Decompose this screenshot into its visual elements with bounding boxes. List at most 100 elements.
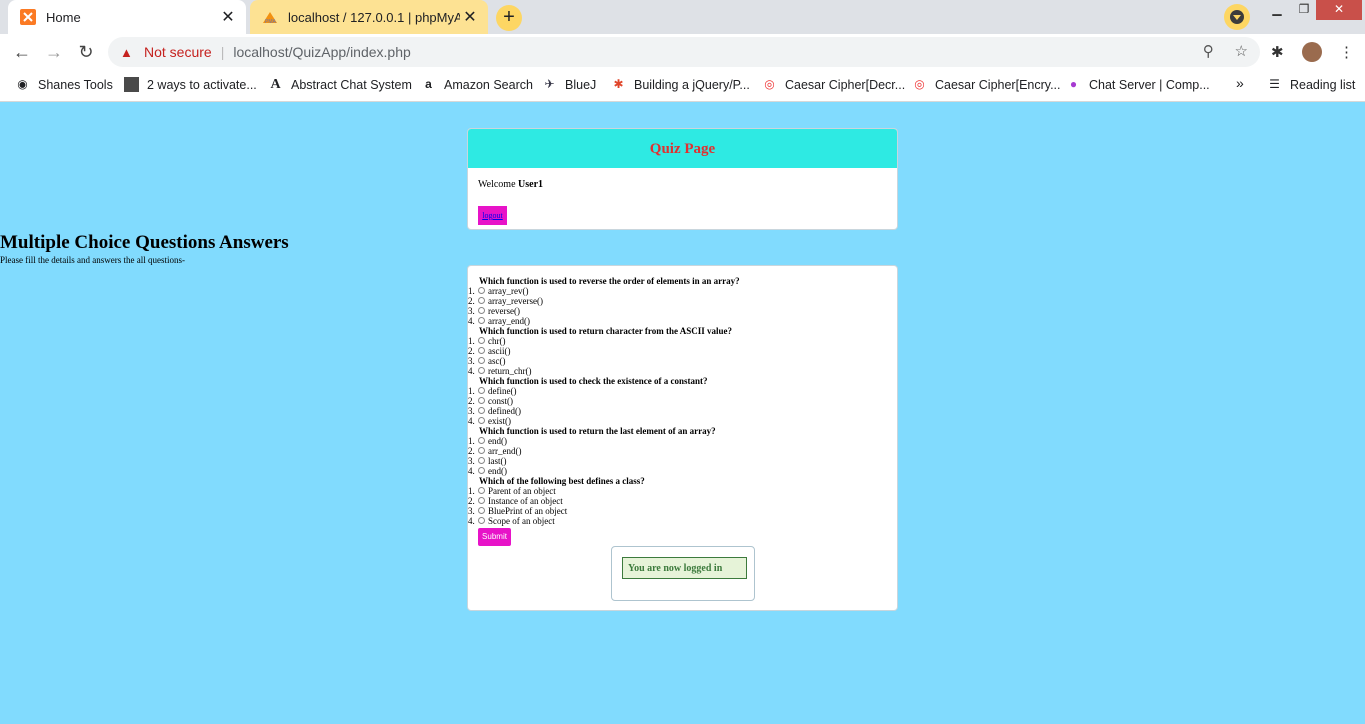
omnibox-actions: ⚲ ☆ (1203, 42, 1248, 60)
option-item[interactable]: 4. array_end() (468, 316, 740, 326)
close-tab-icon[interactable]: ✕ (460, 7, 480, 27)
avatar[interactable] (1302, 42, 1322, 62)
quiz-form: Which function is used to reverse the or… (467, 265, 898, 611)
bookmark-item[interactable]: ✈ BlueJ (542, 77, 596, 92)
option-label: ascii() (488, 346, 511, 356)
option-label: end() (488, 436, 507, 446)
status-box: You are now logged in (611, 546, 755, 601)
reading-list-button[interactable]: ☰ Reading list (1267, 77, 1355, 92)
reload-icon[interactable]: ↻ (74, 40, 98, 64)
security-label[interactable]: Not secure (144, 44, 212, 60)
option-item[interactable]: 1. end() (468, 436, 740, 446)
radio-button[interactable] (478, 347, 485, 354)
radio-button[interactable] (478, 437, 485, 444)
option-item[interactable]: 3. defined() (468, 406, 740, 416)
question-block: Which function is used to return the las… (468, 426, 740, 476)
bookmark-item[interactable]: ◉ Shanes Tools (15, 77, 113, 92)
amazon-icon: a (425, 77, 432, 91)
option-label: Instance of an object (488, 496, 563, 506)
bookmark-label: Building a jQuery/P... (634, 77, 750, 92)
bookmark-label: Amazon Search (444, 77, 533, 92)
submit-button[interactable]: Submit (478, 528, 511, 546)
option-item[interactable]: 2. const() (468, 396, 740, 406)
radio-button[interactable] (478, 487, 485, 494)
url-text[interactable]: localhost/QuizApp/index.php (233, 44, 410, 60)
bookmark-item[interactable]: ◎ Caesar Cipher[Encry... (912, 77, 1060, 92)
radio-button[interactable] (478, 357, 485, 364)
radio-button[interactable] (478, 287, 485, 294)
logout-button[interactable]: logout (478, 206, 507, 225)
option-item[interactable]: 2. Instance of an object (468, 496, 740, 506)
tab-home[interactable]: Home ✕ (8, 0, 246, 34)
bookmark-item[interactable]: 2 ways to activate... (124, 77, 257, 92)
bookmark-label: 2 ways to activate... (147, 77, 257, 92)
bookmark-item[interactable]: ● Chat Server | Comp... (1066, 77, 1210, 92)
option-item[interactable]: 1. chr() (468, 336, 740, 346)
radio-button[interactable] (478, 417, 485, 424)
extensions-icon[interactable]: ✱ (1271, 43, 1284, 61)
question-text: Which function is used to return charact… (479, 326, 732, 336)
bookmark-item[interactable]: A Abstract Chat System (268, 77, 411, 92)
new-tab-button[interactable]: + (496, 5, 522, 31)
radio-button[interactable] (478, 507, 485, 514)
option-label: asc() (488, 356, 506, 366)
tab-title: Home (46, 9, 81, 25)
letter-a-icon: A (270, 77, 281, 92)
radio-button[interactable] (478, 457, 485, 464)
close-tab-icon[interactable]: ✕ (218, 7, 238, 27)
radio-button[interactable] (478, 467, 485, 474)
menu-icon[interactable]: ⋮ (1339, 43, 1354, 61)
option-label: exist() (488, 416, 511, 426)
minimize-icon[interactable]: ▁ (1262, 0, 1292, 20)
radio-button[interactable] (478, 517, 485, 524)
option-item[interactable]: 4. return_chr() (468, 366, 740, 376)
radio-button[interactable] (478, 407, 485, 414)
tab-phpmyadmin[interactable]: PMA localhost / 127.0.0.1 | phpMyAdmin ✕ (250, 0, 488, 34)
radio-button[interactable] (478, 317, 485, 324)
radio-button[interactable] (478, 297, 485, 304)
option-item[interactable]: 4. end() (468, 466, 740, 476)
option-item[interactable]: 3. last() (468, 456, 740, 466)
option-item[interactable]: 3. reverse() (468, 306, 740, 316)
address-bar[interactable]: ▲ Not secure | localhost/QuizApp/index.p… (108, 37, 1260, 67)
zoom-icon[interactable]: ⚲ (1203, 43, 1214, 60)
option-item[interactable]: 2. arr_end() (468, 446, 740, 456)
option-item[interactable]: 2. ascii() (468, 346, 740, 356)
window-close-icon[interactable]: ✕ (1316, 0, 1362, 20)
windows-icon (124, 77, 139, 92)
option-item[interactable]: 1. define() (468, 386, 740, 396)
question-text: Which of the following best defines a cl… (479, 476, 645, 486)
username: User1 (518, 179, 544, 190)
option-item[interactable]: 4. Scope of an object (468, 516, 740, 526)
warning-icon: ▲ (120, 44, 133, 60)
tab-search-icon[interactable] (1224, 4, 1250, 30)
bookmark-item[interactable]: a Amazon Search (421, 77, 533, 92)
maximize-icon[interactable]: ❐ (1289, 0, 1319, 20)
globe-icon: ◉ (17, 77, 28, 91)
radio-button[interactable] (478, 387, 485, 394)
radio-button[interactable] (478, 337, 485, 344)
radio-button[interactable] (478, 397, 485, 404)
option-label: reverse() (488, 306, 520, 316)
back-icon[interactable]: ← (10, 40, 34, 64)
option-item[interactable]: 3. asc() (468, 356, 740, 366)
radio-button[interactable] (478, 447, 485, 454)
option-item[interactable]: 1. array_rev() (468, 286, 740, 296)
bookmark-item[interactable]: ◎ Caesar Cipher[Decr... (762, 77, 905, 92)
bookmark-star-icon[interactable]: ☆ (1235, 43, 1248, 60)
option-item[interactable]: 3. BluePrint of an object (468, 506, 740, 516)
radio-button[interactable] (478, 307, 485, 314)
option-label: array_reverse() (488, 296, 543, 306)
divider: | (220, 44, 225, 60)
option-item[interactable]: 4. exist() (468, 416, 740, 426)
question-block: Which of the following best defines a cl… (468, 476, 740, 526)
more-bookmarks-button[interactable]: » (1236, 75, 1244, 91)
bookmark-item[interactable]: ✱ Building a jQuery/P... (611, 77, 750, 92)
page-title: Quiz Page (468, 129, 897, 168)
option-item[interactable]: 2. array_reverse() (468, 296, 740, 306)
radio-button[interactable] (478, 497, 485, 504)
radio-button[interactable] (478, 367, 485, 374)
mcq-heading: Multiple Choice Questions Answers (0, 232, 289, 253)
option-item[interactable]: 1. Parent of an object (468, 486, 740, 496)
forward-icon[interactable]: → (42, 40, 66, 64)
